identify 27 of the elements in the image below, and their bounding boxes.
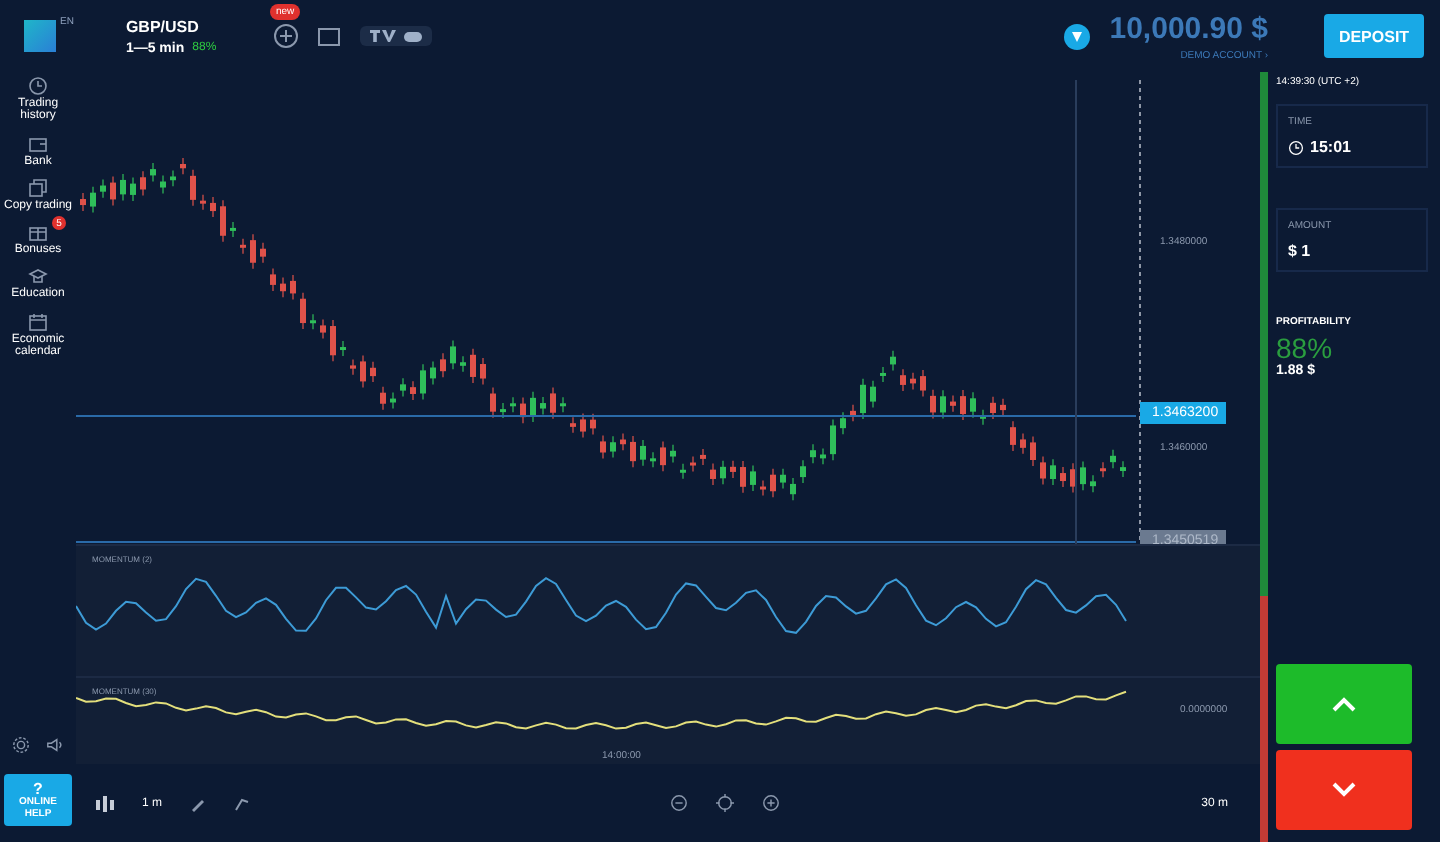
add-icon[interactable]: [273, 24, 298, 48]
toggle-icon: [403, 31, 422, 41]
balance-amount: 10,000.90 $: [1109, 11, 1268, 45]
fit-icon: [716, 794, 735, 812]
chart-toggle[interactable]: [359, 26, 432, 46]
draw-tool-icon[interactable]: [234, 795, 251, 811]
calendar-icon: [28, 311, 48, 332]
time-value: 15:01: [1310, 138, 1351, 156]
clock-icon: [1288, 139, 1304, 155]
settings-icon: [12, 736, 30, 754]
chevron-up-icon: [1332, 696, 1356, 712]
window-icon[interactable]: [317, 27, 340, 45]
graduation-cap-icon: [28, 266, 48, 287]
zoom-out-icon: [670, 794, 689, 812]
pencil-icon[interactable]: [190, 795, 207, 811]
logo-icon: [24, 20, 56, 52]
speaker-icon: [46, 736, 64, 754]
candles-icon[interactable]: [96, 795, 114, 811]
asset-name[interactable]: GBP/USD: [125, 17, 254, 35]
chart-type-icon: [369, 30, 398, 42]
profitability-percent: 88%: [1276, 332, 1335, 364]
copy-icon: [28, 177, 48, 198]
chevron-down-icon: [1332, 782, 1356, 798]
wallet-icon: [28, 133, 48, 154]
account-icon[interactable]: [1063, 23, 1090, 49]
clock-icon: [28, 76, 48, 96]
zoom-in-icon: [762, 794, 781, 812]
